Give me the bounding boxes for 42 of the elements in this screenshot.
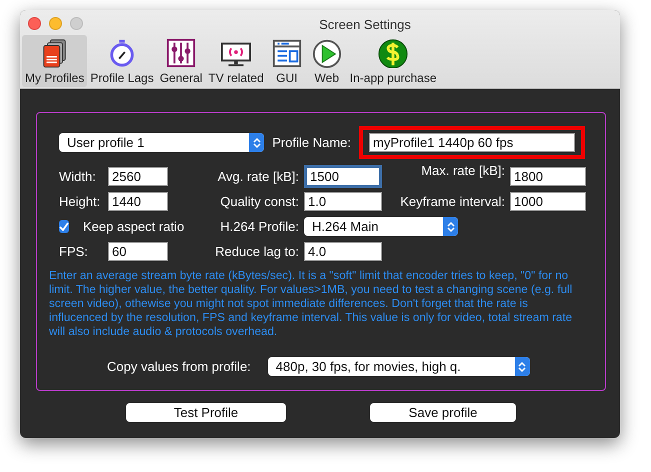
chevron-icon — [252, 136, 261, 148]
toolbar-tab[interactable]: In-app purchase — [346, 35, 440, 87]
toolbar-tab[interactable]: My Profiles — [22, 35, 88, 87]
input-field[interactable]: myProfile1 1440p 60 fps — [369, 133, 575, 152]
field-label: Height: — [59, 194, 102, 209]
window-title: Screen Settings — [318, 16, 411, 33]
input-field[interactable]: 4.0 — [304, 242, 382, 261]
field-label: Copy values from profile: — [107, 359, 251, 374]
field-label: Reduce lag to: — [214, 244, 299, 259]
dropdown[interactable]: 480p, 30 fps, for movies, high q. — [268, 357, 530, 376]
field-label: Keyframe interval: — [399, 194, 505, 209]
field-label: Avg. rate [kB]: — [216, 169, 299, 184]
checkbox-label: Keep aspect ratio — [83, 219, 184, 234]
minimize-button[interactable] — [49, 17, 62, 30]
field-label: Width: — [59, 169, 97, 184]
input-field[interactable]: 1.0 — [304, 192, 382, 211]
toolbar-tab[interactable]: Profile Lags — [87, 35, 157, 87]
input-field[interactable]: 60 — [108, 242, 168, 261]
dollar-icon — [376, 38, 410, 68]
action-button[interactable]: Test Profile — [126, 403, 286, 422]
close-button[interactable] — [28, 17, 41, 30]
toolbar-tab[interactable]: General — [156, 35, 206, 87]
toolbar-tab[interactable]: TV related — [205, 35, 267, 87]
toolbar-tab[interactable]: GUI — [266, 35, 307, 87]
input-field[interactable]: 1000 — [510, 192, 586, 211]
chevron-icon — [518, 360, 526, 372]
input-field[interactable]: 1440 — [108, 192, 168, 211]
chevron-icon — [446, 220, 454, 232]
checkbox[interactable] — [59, 220, 69, 233]
field-label: Quality const: — [219, 194, 299, 209]
field-label: Profile Name: — [272, 135, 351, 150]
checkmark-icon — [59, 222, 69, 231]
dropdown[interactable]: User profile 1 — [59, 133, 264, 152]
toolbar-tab[interactable]: Web — [306, 35, 347, 87]
input-field[interactable]: 1800 — [510, 167, 586, 186]
action-button[interactable]: Save profile — [370, 403, 516, 422]
dropdown[interactable]: H.264 Main — [304, 217, 458, 236]
field-label: FPS: — [59, 244, 89, 259]
help-text: Enter an average stream byte rate (kBytes/sec). It is a "soft" limit that encoder tries to keep, "0" for no limit. The higher value, the better quality. For values>1MB, you need to test a changing scene (e.g. full screen video), othewise you might not spot immediate differences. Don't forget that the rate is influcenced by the resolution, FPS and keyframe interval. This value is only for video, total stream rate will also include audio & protocols overhead. — [49, 269, 574, 339]
input-field[interactable]: 1500 — [304, 165, 382, 188]
field-label: Max. rate [kB]: — [420, 163, 505, 178]
input-field[interactable]: 2560 — [108, 167, 168, 186]
